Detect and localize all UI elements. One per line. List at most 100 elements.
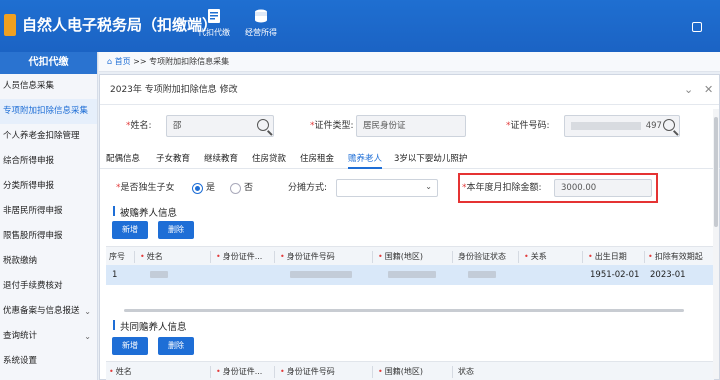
sidebar-item-personnel[interactable]: 人员信息采集 — [0, 74, 97, 99]
report-icon — [208, 9, 220, 23]
monthly-deduction-field: 3000.00 — [554, 179, 652, 197]
only-child-yes-radio[interactable] — [192, 183, 203, 194]
sidebar-item-classified[interactable]: 分类所得申报 — [0, 174, 97, 199]
delete-supported-button[interactable]: 删除 — [158, 221, 194, 239]
tab-housing-rent[interactable]: 住房租金 — [300, 152, 334, 164]
delete-co-supporter-button[interactable]: 删除 — [158, 337, 194, 355]
col-status: 状态 — [458, 367, 474, 376]
chevron-down-icon: ⌄ — [84, 332, 91, 341]
sidebar-item-restricted-shares[interactable]: 限售股所得申报 — [0, 224, 97, 249]
sidebar-item-label: 税款缴纳 — [3, 256, 38, 266]
sidebar-item-preference[interactable]: 优惠备案与信息报送 ⌄ — [0, 299, 97, 324]
sidebar-item-nonresident[interactable]: 非居民所得申报 — [0, 199, 97, 224]
minimize-icon[interactable]: ⌄ — [684, 84, 693, 95]
only-child-no-radio[interactable] — [230, 183, 241, 194]
col-relation: • 关系 — [524, 252, 547, 261]
split-method-select[interactable]: ⌄ — [336, 179, 438, 197]
tab-elderly-support[interactable]: 赡养老人 — [348, 152, 383, 169]
col-name: • 姓名 — [109, 367, 132, 376]
sidebar-item-settings[interactable]: 系统设置 — [0, 349, 97, 374]
add-supported-button[interactable]: 新增 — [112, 221, 148, 239]
tab-continuing-education[interactable]: 继续教育 — [204, 152, 238, 164]
row-verify-status — [468, 265, 496, 285]
col-id-type: • 身份证件... — [216, 252, 263, 261]
sidebar-item-pension[interactable]: 个人养老金扣除管理 — [0, 124, 97, 149]
tab-infant-care[interactable]: 3岁以下婴幼儿照护 — [394, 152, 467, 164]
breadcrumb: ⌂ 首页 >> 专项附加扣除信息采集 — [99, 52, 720, 72]
sidebar-item-tax-payment[interactable]: 税款缴纳 — [0, 249, 97, 274]
id-number-suffix: 497 — [645, 121, 662, 131]
deduction-tabs: 配偶信息 子女教育 继续教育 住房贷款 住房租金 赡养老人 3岁以下婴幼儿照护 — [100, 149, 720, 169]
home-icon: ⌂ — [107, 57, 113, 66]
row-index: 1 — [112, 270, 118, 280]
col-start-date: • 扣除有效期起 — [648, 252, 703, 261]
withholding-button[interactable]: 代扣代缴 — [188, 6, 240, 48]
row-id-number — [290, 265, 352, 285]
row-start-date: 2023-01 — [650, 270, 686, 280]
tab-children-education[interactable]: 子女教育 — [156, 152, 190, 164]
horizontal-scrollbar[interactable] — [106, 307, 714, 315]
chevron-down-icon: ⌄ — [425, 182, 432, 191]
col-name: • 姓名 — [140, 252, 163, 261]
id-number-field[interactable]: 497 — [564, 115, 680, 137]
id-type-label: *证件类型: — [310, 121, 354, 131]
sidebar-item-query[interactable]: 查询统计 ⌄ — [0, 324, 97, 349]
monthly-deduction-value: 3000.00 — [561, 183, 597, 193]
col-nationality: • 国籍(地区) — [378, 252, 423, 261]
yes-label: 是 — [206, 183, 216, 193]
search-icon[interactable] — [257, 119, 269, 131]
sidebar-item-comprehensive[interactable]: 综合所得申报 — [0, 149, 97, 174]
name-label: *姓名: — [126, 121, 152, 131]
sidebar-item-label: 退付手续费核对 — [3, 281, 63, 291]
supported-table-header: 序号 • 姓名 • 身份证件... • 身份证件号码 • 国籍(地区) 身份验证状态 •… — [106, 246, 714, 266]
co-supporter-table-header: • 姓名 • 身份证件... • 身份证件号码 • 国籍(地区) 状态 — [106, 361, 714, 380]
edit-modal: 2023年 专项附加扣除信息 修改 ⌄ ✕ *姓名: 邵 *证件类型: 居民身份… — [99, 74, 720, 380]
sidebar-item-refund-fee[interactable]: 退付手续费核对 — [0, 274, 97, 299]
col-id-number: • 身份证件号码 — [280, 367, 335, 376]
id-number-label: *证件号码: — [506, 121, 550, 131]
sidebar-item-label: 非居民所得申报 — [3, 206, 63, 216]
row-nationality — [388, 265, 436, 285]
monthly-deduction-label: *本年度月扣除金额: — [462, 183, 542, 193]
sidebar-title: 代扣代缴 — [0, 52, 97, 74]
search-icon[interactable] — [663, 119, 675, 131]
business-income-label: 经营所得 — [245, 28, 277, 37]
col-nationality: • 国籍(地区) — [378, 367, 423, 376]
col-id-type: • 身份证件... — [216, 367, 263, 376]
sidebar-item-label: 人员信息采集 — [3, 81, 55, 91]
close-icon[interactable]: ✕ — [704, 84, 713, 95]
modal-title: 2023年 专项附加扣除信息 修改 — [110, 85, 238, 95]
tab-spouse[interactable]: 配偶信息 — [106, 152, 140, 164]
withholding-label: 代扣代缴 — [198, 28, 230, 37]
sidebar-item-label: 限售股所得申报 — [3, 231, 63, 241]
vertical-scrollbar[interactable] — [713, 109, 719, 379]
sidebar-item-label: 查询统计 — [3, 331, 38, 341]
modal-header: 2023年 专项附加扣除信息 修改 ⌄ ✕ — [100, 75, 719, 105]
id-type-field: 居民身份证 — [356, 115, 466, 137]
co-supporter-section-title: 共同赡养人信息 — [113, 319, 187, 333]
col-birth-date: • 出生日期 — [588, 252, 627, 261]
user-menu-icon[interactable] — [692, 22, 702, 32]
supported-section-title: 被赡养人信息 — [112, 205, 177, 219]
breadcrumb-home[interactable]: 首页 — [115, 57, 131, 66]
sidebar-item-label: 分类所得申报 — [3, 181, 55, 191]
business-income-button[interactable]: 经营所得 — [235, 6, 287, 48]
masked-id — [571, 121, 641, 130]
col-index: 序号 — [109, 252, 125, 261]
sidebar-item-label: 优惠备案与信息报送 — [3, 306, 80, 316]
col-verify-status: 身份验证状态 — [458, 252, 506, 261]
sidebar-item-special-deduction[interactable]: 专项附加扣除信息采集 — [0, 99, 97, 124]
breadcrumb-separator: >> — [133, 57, 147, 66]
sidebar-item-label: 个人养老金扣除管理 — [3, 131, 80, 141]
top-header: 自然人电子税务局（扣缴端） 代扣代缴 经营所得 — [0, 0, 720, 52]
sidebar-item-label: 综合所得申报 — [3, 156, 55, 166]
chevron-down-icon: ⌄ — [84, 307, 91, 316]
only-child-label: *是否独生子女 — [116, 183, 175, 193]
app-logo — [4, 14, 16, 36]
add-co-supporter-button[interactable]: 新增 — [112, 337, 148, 355]
table-row[interactable]: 1 1951-02-01 2023-01 — [106, 265, 714, 285]
row-birth-date: 1951-02-01 — [590, 270, 640, 280]
name-field[interactable]: 邵 — [166, 115, 274, 137]
row-name — [150, 265, 168, 285]
tab-housing-loan[interactable]: 住房贷款 — [252, 152, 286, 164]
